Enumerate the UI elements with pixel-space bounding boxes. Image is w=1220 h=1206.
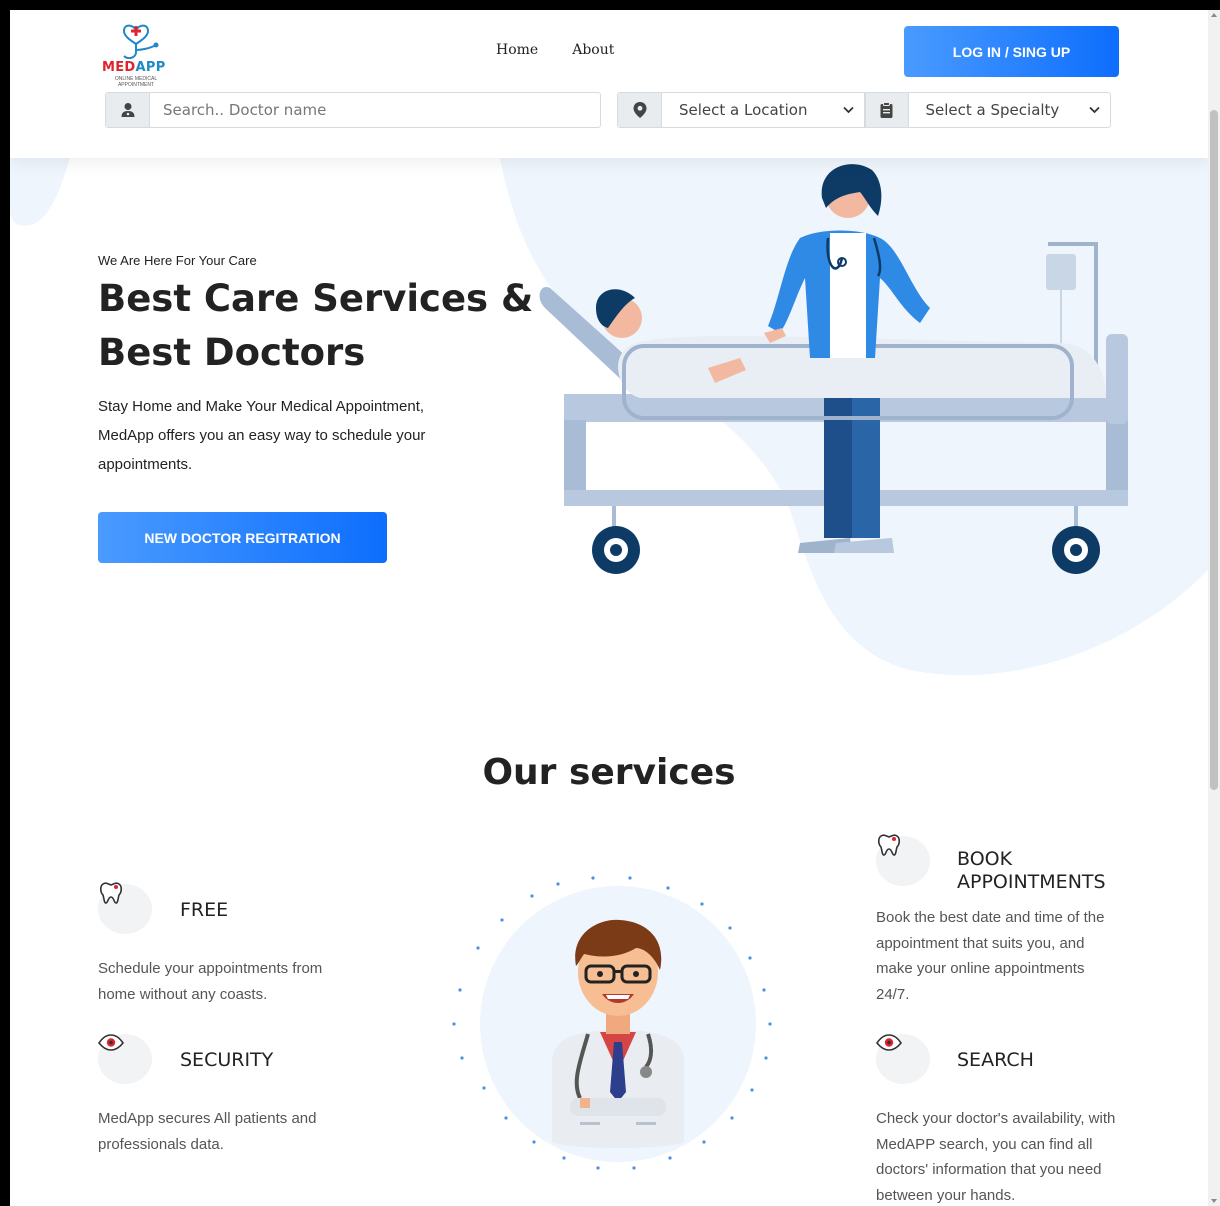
scroll-up-icon[interactable] <box>1211 13 1217 17</box>
scroll-down-icon[interactable] <box>1211 1199 1217 1203</box>
service-search-icon-wrap <box>876 1030 930 1084</box>
doctor-addon <box>106 93 150 127</box>
hero-title-line1: Best Care Services & <box>98 277 534 320</box>
location-select-value: Select a Location <box>679 101 808 119</box>
eye-icon <box>98 1034 124 1051</box>
service-security-icon-wrap <box>98 1030 152 1084</box>
hero-illustration <box>539 164 1128 574</box>
login-signup-button[interactable]: LOG IN / SING UP <box>904 26 1119 77</box>
scrollbar-thumb[interactable] <box>1210 110 1218 790</box>
specialty-select-value: Select a Specialty <box>925 101 1060 119</box>
brand-tagline: ONLINE MEDICAL APPOINTMENT <box>114 76 158 88</box>
map-marker-icon <box>633 102 646 118</box>
doctor-illustration <box>452 876 772 1170</box>
service-search-title: SEARCH <box>957 1049 1034 1071</box>
hero-title-line2: Best Doctors <box>98 331 366 374</box>
brand-logo[interactable]: MEDAPP ONLINE MEDICAL APPOINTMENT <box>102 14 172 90</box>
user-doctor-icon <box>121 103 134 117</box>
service-book-text: Book the best date and time of the appoi… <box>876 909 1105 1003</box>
hero-tagline: We Are Here For Your Care <box>98 253 257 268</box>
services-heading: Our services <box>482 752 736 793</box>
filter-select-group: Select a Location Select a Specialty <box>617 92 1111 128</box>
service-book-icon-wrap <box>876 832 930 886</box>
nav-about-link[interactable]: About <box>572 42 614 58</box>
brand-name: MEDAPP <box>102 60 166 75</box>
hero-description: Stay Home and Make Your Medical Appointm… <box>98 398 426 473</box>
main-nav: Home About <box>496 42 614 58</box>
chevron-down-icon <box>842 106 854 114</box>
service-free-title: FREE <box>180 899 229 921</box>
service-free-text: Schedule your appointments from home wit… <box>98 960 323 1003</box>
eye-icon <box>876 1034 902 1051</box>
new-doctor-registration-button[interactable]: NEW DOCTOR REGITRATION <box>98 512 387 563</box>
service-search-text: Check your doctor's availability, with M… <box>876 1110 1116 1204</box>
doctor-search-group <box>105 92 601 128</box>
nav-home-link[interactable]: Home <box>496 42 538 58</box>
service-free-icon-wrap <box>98 880 152 934</box>
location-addon <box>618 93 662 127</box>
hero-title: Best Care Services & Best Doctors <box>98 272 538 380</box>
specialty-select[interactable]: Select a Specialty <box>909 93 1111 127</box>
service-security-text: MedApp secures All patients and professi… <box>98 1110 317 1153</box>
specialty-addon <box>864 93 909 127</box>
service-security-title: SECURITY <box>180 1049 274 1071</box>
chevron-down-icon <box>1089 106 1100 114</box>
clipboard-icon <box>880 102 893 118</box>
stethoscope-heart-icon <box>122 24 159 60</box>
location-select[interactable]: Select a Location <box>662 93 865 127</box>
browser-viewport: MEDAPP ONLINE MEDICAL APPOINTMENT Home A… <box>10 10 1208 1206</box>
tooth-icon <box>877 834 901 856</box>
site-header: MEDAPP ONLINE MEDICAL APPOINTMENT Home A… <box>10 10 1208 158</box>
tooth-icon <box>99 882 123 904</box>
service-book-title: BOOK APPOINTMENTS <box>957 848 1106 893</box>
vertical-scrollbar[interactable] <box>1208 10 1220 1206</box>
doctor-search-input[interactable] <box>150 93 600 127</box>
